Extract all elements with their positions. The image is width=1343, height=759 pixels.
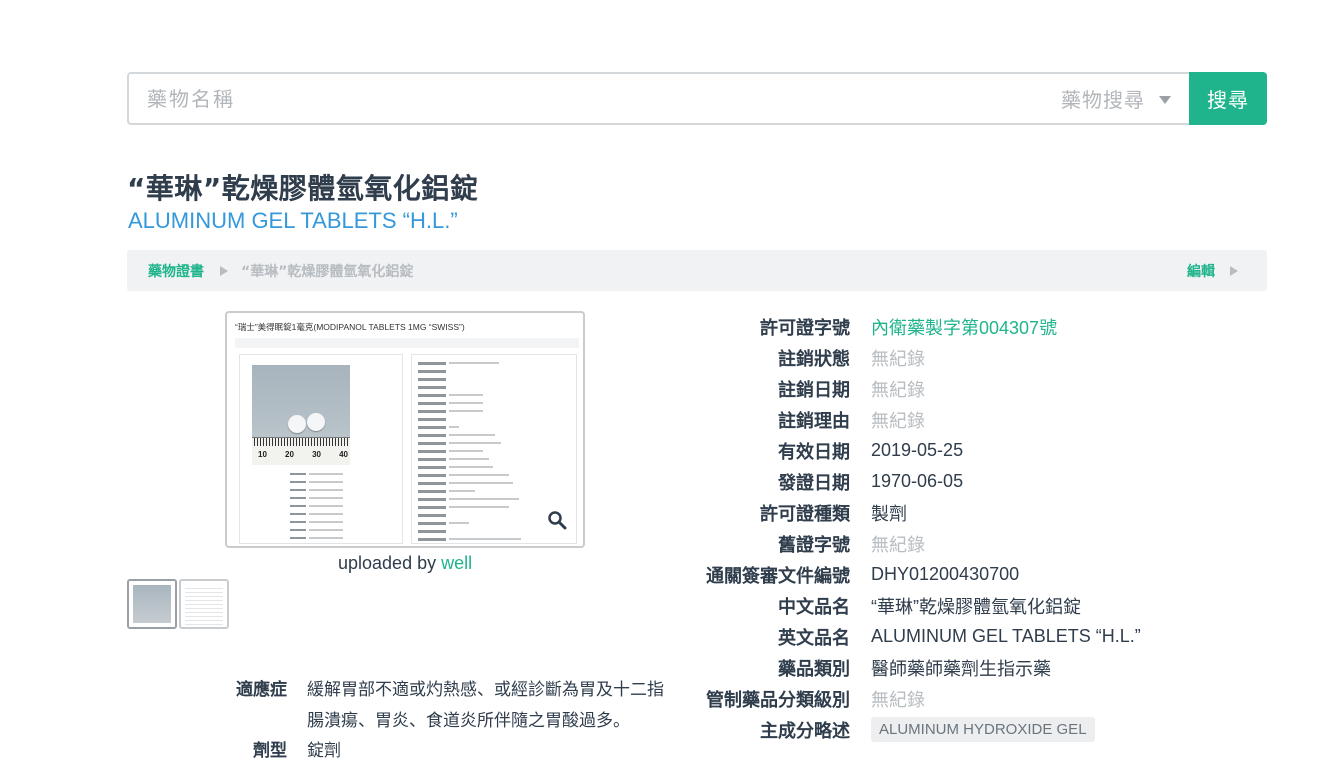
page-title: “華琳”乾燥膠體氫氧化鋁錠 <box>127 172 479 205</box>
image-thumbnails <box>127 579 229 629</box>
thumbnail-photo-image <box>133 585 171 623</box>
detail-value: DHY01200430700 <box>871 564 1020 584</box>
ruler-labels: 10 20 30 40 <box>258 450 348 459</box>
detail-key: 舊證字號 <box>778 534 850 556</box>
uploader-link[interactable]: well <box>441 553 472 573</box>
indication-row: 適應症 緩解胃部不適或灼熱感、或經診斷為胃及十二指腸潰瘍、胃炎、食道炎所伴隨之胃… <box>227 675 677 737</box>
detail-key: 中文品名 <box>778 596 850 618</box>
pill-shape <box>307 413 325 431</box>
preview-title: “瑞士”美得眠錠1毫克(MODIPANOL TABLETS 1MG “SWISS… <box>235 322 465 332</box>
detail-key: 藥品類別 <box>778 658 850 680</box>
detail-row: 許可證種類 製劑 <box>700 497 1260 528</box>
detail-key: 許可證種類 <box>760 503 850 525</box>
breadcrumb-current: “華琳”乾燥膠體氫氧化鋁錠 <box>241 263 414 280</box>
caret-down-icon <box>1159 96 1171 104</box>
breadcrumb: 藥物證書 “華琳”乾燥膠體氫氧化鋁錠 編輯 <box>127 250 1267 291</box>
detail-value: 醫師藥師藥劑生指示藥 <box>871 658 1051 679</box>
search-input[interactable] <box>147 86 1061 111</box>
preview-left-panel: 10 20 30 40 <box>239 354 403 544</box>
detail-row: 中文品名 “華琳”乾燥膠體氫氧化鋁錠 <box>700 590 1260 621</box>
preview-left-lines <box>280 470 360 542</box>
detail-row: 藥品類別 醫師藥師藥劑生指示藥 <box>700 652 1260 683</box>
uploaded-by: uploaded by well <box>338 553 472 574</box>
detail-value: 無紀錄 <box>871 379 925 400</box>
detail-key: 管制藥品分類級別 <box>706 689 850 711</box>
detail-row: 發證日期 1970-06-05 <box>700 466 1260 497</box>
thumbnail-document-image <box>185 585 223 625</box>
detail-row: 通關簽審文件編號 DHY01200430700 <box>700 559 1260 590</box>
breadcrumb-root-link[interactable]: 藥物證書 <box>148 261 204 281</box>
detail-value: 無紀錄 <box>871 410 925 431</box>
ruler-label: 30 <box>312 450 321 459</box>
search-button[interactable]: 搜尋 <box>1189 72 1267 125</box>
detail-row: 有效日期 2019-05-25 <box>700 435 1260 466</box>
detail-value: “華琳”乾燥膠體氫氧化鋁錠 <box>871 596 1081 617</box>
ruler-ticks <box>254 438 348 446</box>
detail-row: 註銷理由 無紀錄 <box>700 404 1260 435</box>
detail-key: 有效日期 <box>778 441 850 463</box>
detail-key: 註銷理由 <box>778 410 850 432</box>
detail-value: 無紀錄 <box>871 689 925 710</box>
detail-row: 註銷狀態 無紀錄 <box>700 342 1260 373</box>
dosage-form-value: 錠劑 <box>307 741 341 759</box>
thumbnail-photo[interactable] <box>127 579 177 629</box>
ruler-label: 10 <box>258 450 267 459</box>
search-bar: 藥物搜尋 搜尋 <box>127 72 1267 125</box>
license-number-link[interactable]: 內衛藥製字第004307號 <box>871 314 1057 340</box>
pill-shape <box>288 415 306 433</box>
zoom-icon[interactable] <box>547 510 567 530</box>
detail-row: 英文品名 ALUMINUM GEL TABLETS “H.L.” <box>700 621 1260 652</box>
dosage-form-row: 劑型 錠劑 <box>227 736 677 759</box>
dosage-form-label: 劑型 <box>253 741 287 759</box>
indication-label: 適應症 <box>236 680 287 700</box>
breadcrumb-separator-icon <box>220 265 228 276</box>
detail-row: 許可證字號 內衛藥製字第004307號 <box>700 311 1260 342</box>
uploaded-by-label: uploaded by <box>338 553 437 573</box>
image-preview[interactable]: “瑞士”美得眠錠1毫克(MODIPANOL TABLETS 1MG “SWISS… <box>225 311 585 548</box>
thumbnail-document[interactable] <box>179 579 229 629</box>
detail-value: 無紀錄 <box>871 348 925 369</box>
detail-key: 通關簽審文件編號 <box>706 565 850 587</box>
detail-value: 製劑 <box>871 503 907 524</box>
search-mode-label: 藥物搜尋 <box>1061 88 1145 112</box>
search-box: 藥物搜尋 <box>127 72 1189 125</box>
indication-value: 緩解胃部不適或灼熱感、或經診斷為胃及十二指腸潰瘍、胃炎、食道炎所伴隨之胃酸過多。 <box>307 680 664 731</box>
edit-arrow-icon <box>1230 265 1238 276</box>
ruler-label: 40 <box>339 450 348 459</box>
edit-link[interactable]: 編輯 <box>1187 261 1215 281</box>
detail-value: 1970-06-05 <box>871 471 964 491</box>
ruler-label: 20 <box>285 450 294 459</box>
detail-value: 無紀錄 <box>871 534 925 555</box>
detail-key: 註銷日期 <box>778 379 850 401</box>
detail-key: 主成分略述 <box>760 720 850 742</box>
detail-key: 許可證字號 <box>760 317 850 339</box>
detail-row: 管制藥品分類級別 無紀錄 <box>700 683 1260 714</box>
detail-value: ALUMINUM GEL TABLETS “H.L.” <box>871 626 1141 646</box>
detail-key: 英文品名 <box>778 627 850 649</box>
preview-breadcrumb <box>235 338 579 348</box>
detail-key: 註銷狀態 <box>778 348 850 370</box>
detail-row: 主成分略述 ALUMINUM HYDROXIDE GEL <box>700 714 1260 745</box>
detail-row: 註銷日期 無紀錄 <box>700 373 1260 404</box>
detail-row: 舊證字號 無紀錄 <box>700 528 1260 559</box>
page-subtitle-english: ALUMINUM GEL TABLETS “H.L.” <box>128 208 458 233</box>
preview-screenshot: “瑞士”美得眠錠1毫克(MODIPANOL TABLETS 1MG “SWISS… <box>233 319 579 546</box>
pill-photo: 10 20 30 40 <box>252 365 350 465</box>
detail-key: 發證日期 <box>778 472 850 494</box>
ingredient-tag[interactable]: ALUMINUM HYDROXIDE GEL <box>871 717 1095 742</box>
detail-value: 2019-05-25 <box>871 440 964 460</box>
search-mode-select[interactable]: 藥物搜尋 <box>1061 84 1171 113</box>
ruler: 10 20 30 40 <box>252 437 350 465</box>
